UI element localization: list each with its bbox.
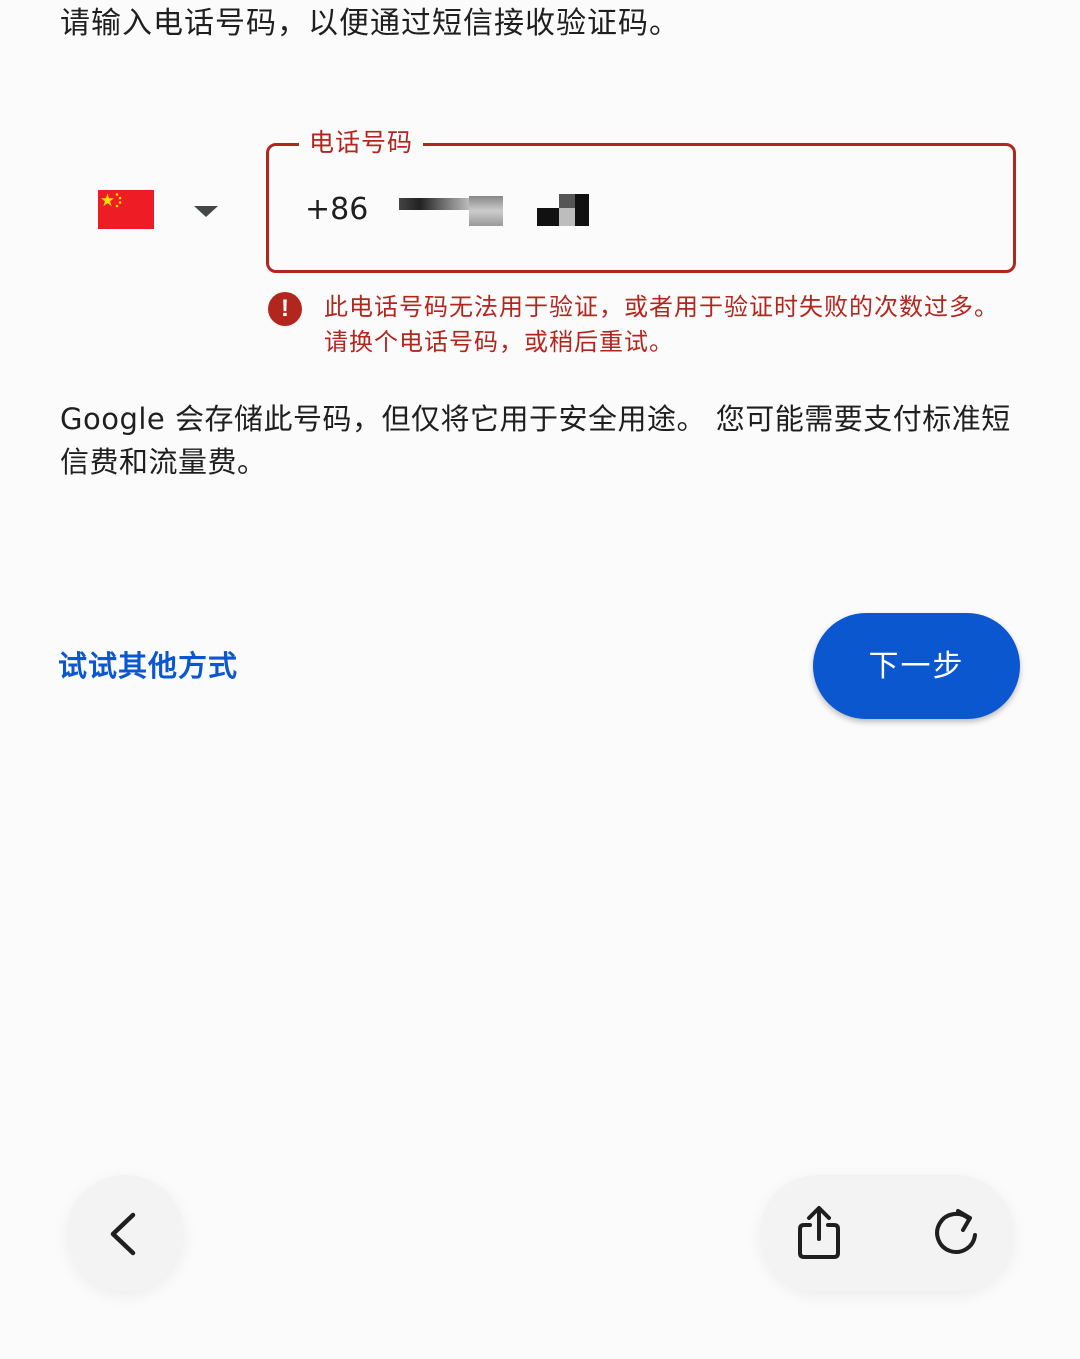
back-icon <box>110 1212 136 1256</box>
phone-number-field[interactable]: 电话号码 +86 <box>266 126 1016 273</box>
redacted-digits <box>537 208 559 226</box>
next-button[interactable]: 下一步 <box>813 613 1020 719</box>
browser-actions <box>760 1175 1014 1292</box>
reload-icon <box>935 1209 977 1254</box>
dropdown-arrow-icon[interactable] <box>194 206 218 217</box>
redacted-digits <box>559 194 575 208</box>
phone-number-input[interactable]: +86 <box>305 190 368 230</box>
back-button[interactable] <box>67 1175 184 1292</box>
country-selector[interactable] <box>82 166 242 256</box>
try-another-way-link[interactable]: 试试其他方式 <box>58 646 238 686</box>
instruction-text: 请输入电话号码，以便通过短信接收验证码。 <box>60 6 680 41</box>
share-button[interactable] <box>760 1175 877 1292</box>
phone-field-label: 电话号码 <box>299 126 424 160</box>
redacted-digits <box>575 194 589 226</box>
redacted-digits <box>399 198 469 210</box>
share-icon <box>798 1206 840 1259</box>
error-icon: ! <box>268 292 302 326</box>
reload-button[interactable] <box>897 1175 1014 1292</box>
china-flag-icon <box>98 190 154 229</box>
redacted-digits <box>559 208 575 226</box>
redacted-digits <box>469 196 503 226</box>
storage-notice: Google 会存储此号码，但仅将它用于安全用途。 您可能需要支付标准短信费和流… <box>60 402 1011 479</box>
error-message: 此电话号码无法用于验证，或者用于验证时失败的次数过多。请换个电话号码，或稍后重试… <box>324 293 999 356</box>
